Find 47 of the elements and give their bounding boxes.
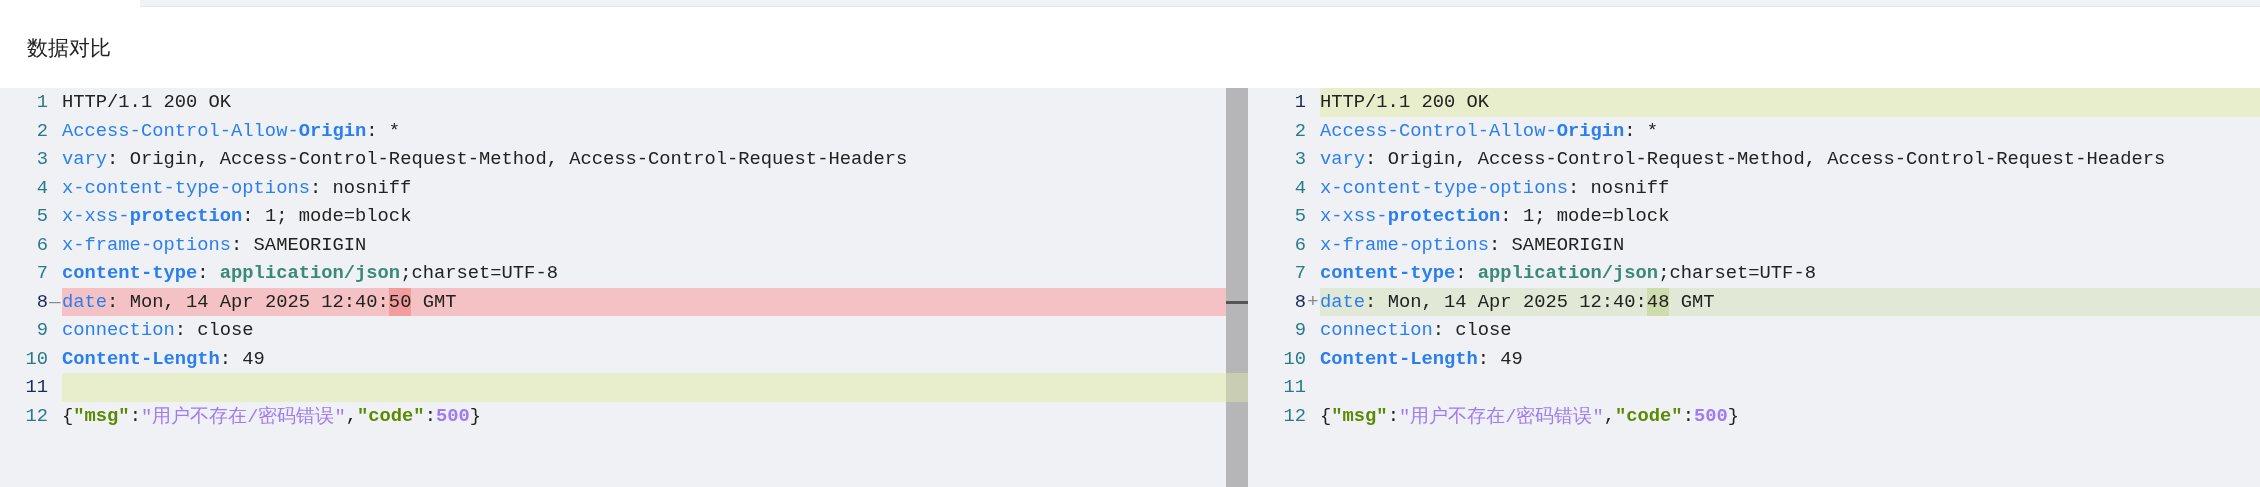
line-number: 1 <box>1293 91 1306 114</box>
code-line: HTTP/1.1 200 OK <box>62 90 233 116</box>
code-line: content-type: application/json;charset=UTF-8 <box>62 261 559 287</box>
line-number: 2 <box>35 119 48 142</box>
line-number: 3 <box>35 148 48 171</box>
code-line: x-content-type-options: nosniff <box>1320 175 1671 201</box>
line-number: 10 <box>24 347 48 370</box>
line-number: 7 <box>1293 262 1306 285</box>
line-number: 11 <box>1282 376 1306 399</box>
code-line: Content-Length: 49 <box>1320 346 1524 372</box>
code-line: x-xss-protection: 1; mode=block <box>1320 204 1671 230</box>
line-number: 8 <box>35 290 48 313</box>
code-line: {"msg":"用户不存在/密码错误","code":500} <box>62 403 482 430</box>
code-line: connection: close <box>62 318 255 344</box>
line-number: 4 <box>1293 176 1306 199</box>
line-number: 12 <box>1282 404 1306 427</box>
diff-overview-bar[interactable] <box>1226 88 1248 487</box>
line-number: 9 <box>35 319 48 342</box>
line-number: 3 <box>1293 148 1306 171</box>
line-number: 7 <box>35 262 48 285</box>
line-number: 12 <box>24 404 48 427</box>
code-line: Access-Control-Allow-Origin: * <box>1320 118 1660 144</box>
line-number: 6 <box>35 233 48 256</box>
code-line: vary: Origin, Access-Control-Request-Method, Access-Control-Request-Headers <box>1320 147 2167 173</box>
code-line: x-frame-options: SAMEORIGIN <box>1320 232 1626 258</box>
line-number: 6 <box>1293 233 1306 256</box>
line-number: 2 <box>1293 119 1306 142</box>
line-number: 9 <box>1293 319 1306 342</box>
line-number: 5 <box>35 205 48 228</box>
code-line: x-content-type-options: nosniff <box>62 175 413 201</box>
line-number: 11 <box>24 376 48 399</box>
code-line: Content-Length: 49 <box>62 346 266 372</box>
code-line: content-type: application/json;charset=UTF-8 <box>1320 261 1817 287</box>
code-line: connection: close <box>1320 318 1513 344</box>
line-number: 5 <box>1293 205 1306 228</box>
line-number: 8 <box>1293 290 1306 313</box>
page-title: 数据对比 <box>27 34 111 62</box>
code-line: x-xss-protection: 1; mode=block <box>62 204 413 230</box>
code-line: x-frame-options: SAMEORIGIN <box>62 232 368 258</box>
change-marker: + <box>1306 290 1320 313</box>
change-marker: — <box>48 290 62 313</box>
code-line: {"msg":"用户不存在/密码错误","code":500} <box>1320 403 1740 430</box>
code-line: Access-Control-Allow-Origin: * <box>62 118 402 144</box>
line-number: 1 <box>35 91 48 114</box>
code-line: vary: Origin, Access-Control-Request-Method, Access-Control-Request-Headers <box>62 147 909 173</box>
line-number: 4 <box>35 176 48 199</box>
line-number: 10 <box>1282 347 1306 370</box>
